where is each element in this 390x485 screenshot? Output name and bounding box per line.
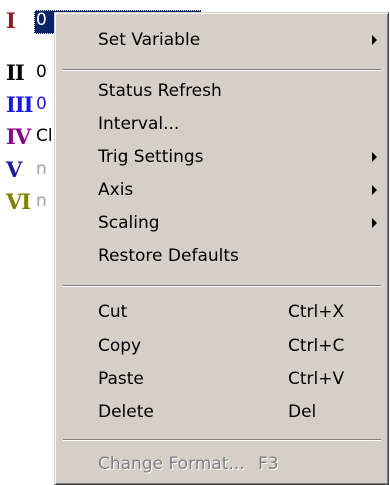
- menu-item-label: Delete: [98, 402, 154, 422]
- menu-separator: [63, 439, 381, 441]
- channel-row-2[interactable]: II 0: [6, 58, 47, 86]
- channel-6-value: n: [36, 191, 47, 211]
- menu-item-delete[interactable]: Delete Del: [58, 397, 385, 427]
- menu-item-label: Interval...: [98, 114, 180, 134]
- context-menu: Set Variable Status Refresh Interval... …: [54, 12, 389, 485]
- menu-item-axis[interactable]: Axis: [58, 175, 385, 205]
- channel-6-numeral: VI: [6, 188, 31, 214]
- channel-3-numeral: III: [6, 91, 33, 117]
- channel-row-3[interactable]: III 0: [6, 90, 47, 118]
- menu-separator: [63, 69, 381, 71]
- menu-separator: [63, 285, 381, 287]
- submenu-arrow-icon: [372, 35, 377, 45]
- menu-item-label: Copy: [98, 336, 142, 356]
- menu-item-label: Paste: [98, 369, 144, 389]
- channel-4-numeral: IV: [6, 123, 31, 149]
- menu-item-label: Restore Defaults: [98, 246, 239, 266]
- menu-item-shortcut: Del: [288, 402, 317, 422]
- channel-4-value: Cl: [36, 126, 53, 146]
- channel-row-1[interactable]: I 0: [6, 6, 47, 34]
- menu-item-status-refresh[interactable]: Status Refresh: [58, 76, 385, 106]
- menu-item-label: Scaling: [98, 213, 160, 233]
- channel-2-value: 0: [36, 62, 47, 82]
- channel-row-4[interactable]: IV Cl: [6, 122, 53, 150]
- menu-item-cut[interactable]: Cut Ctrl+X: [58, 297, 385, 327]
- menu-item-interval[interactable]: Interval...: [58, 109, 385, 139]
- menu-item-label: Cut: [98, 302, 128, 322]
- menu-item-shortcut: F3: [258, 454, 279, 474]
- channel-row-5[interactable]: V n: [6, 155, 47, 183]
- channel-5-value: n: [36, 159, 47, 179]
- channel-row-6[interactable]: VI n: [6, 187, 47, 215]
- channel-3-value: 0: [36, 94, 47, 114]
- menu-item-shortcut: Ctrl+X: [288, 302, 345, 322]
- menu-item-trig-settings[interactable]: Trig Settings: [58, 142, 385, 172]
- menu-item-label: Axis: [98, 180, 134, 200]
- menu-item-label: Change Format...: [98, 454, 245, 474]
- channel-1-numeral: I: [6, 7, 16, 33]
- submenu-arrow-icon: [372, 218, 377, 228]
- submenu-arrow-icon: [372, 185, 377, 195]
- channel-1-value: 0: [36, 10, 47, 30]
- channel-2-numeral: II: [6, 59, 25, 85]
- menu-item-label: Set Variable: [98, 30, 201, 50]
- menu-item-copy[interactable]: Copy Ctrl+C: [58, 331, 385, 361]
- channel-5-numeral: V: [6, 156, 22, 182]
- menu-item-restore-defaults[interactable]: Restore Defaults: [58, 241, 385, 271]
- submenu-arrow-icon: [372, 152, 377, 162]
- menu-item-set-variable[interactable]: Set Variable: [58, 25, 385, 55]
- menu-item-label: Trig Settings: [98, 147, 204, 167]
- menu-item-shortcut: Ctrl+C: [288, 336, 345, 356]
- menu-item-label: Status Refresh: [98, 81, 222, 101]
- menu-item-shortcut: Ctrl+V: [288, 369, 345, 389]
- menu-item-scaling[interactable]: Scaling: [58, 208, 385, 238]
- menu-item-change-format: Change Format... F3: [58, 449, 385, 479]
- menu-item-paste[interactable]: Paste Ctrl+V: [58, 364, 385, 394]
